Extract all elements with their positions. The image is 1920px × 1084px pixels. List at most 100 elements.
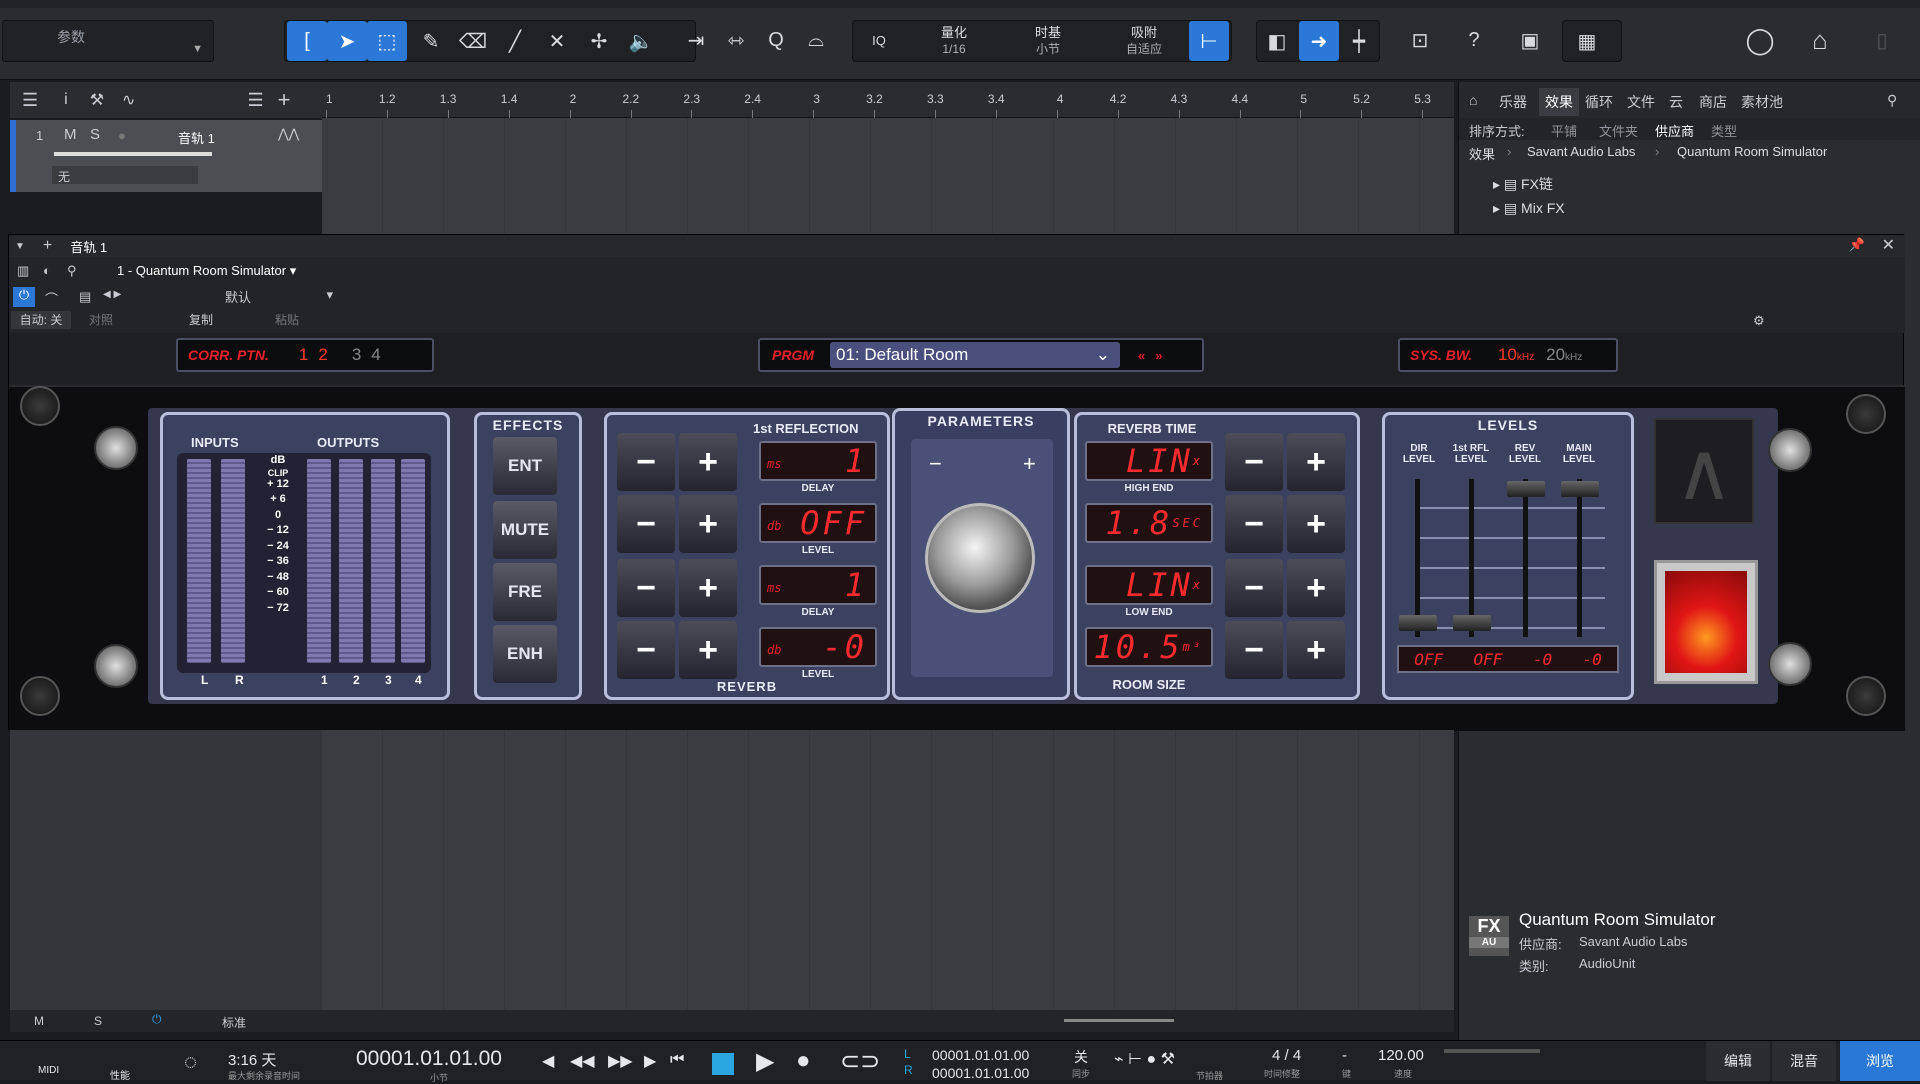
timebase-select[interactable]: 时基 小节 xyxy=(1003,24,1093,58)
program-select[interactable]: 01: Default Room ⌄ xyxy=(830,342,1120,368)
refl-level-plus-button[interactable]: + xyxy=(679,495,737,553)
tempo-value[interactable]: 120.00 xyxy=(1378,1047,1424,1064)
master-solo[interactable]: S xyxy=(94,1014,102,1028)
mute-effect-button[interactable]: MUTE xyxy=(493,501,557,559)
key-value[interactable]: - xyxy=(1342,1047,1347,1064)
play-button[interactable]: ▶ xyxy=(756,1047,774,1076)
corr-opt-1[interactable]: 1 xyxy=(299,345,308,365)
list-icon[interactable]: ☰ xyxy=(247,90,263,111)
waveform-icon[interactable]: ⋀⋀ xyxy=(278,126,299,142)
rewind-icon[interactable]: ◀◀ xyxy=(570,1051,595,1071)
home-icon[interactable]: ⌂ xyxy=(1800,20,1840,60)
rev-level-minus-button[interactable]: − xyxy=(617,621,675,679)
page-icon[interactable]: ▯ xyxy=(1862,20,1902,60)
cursor-follow-icon[interactable]: ┿ xyxy=(1339,21,1379,61)
iq-button[interactable]: IQ xyxy=(859,32,899,49)
tab-effects[interactable]: 效果 xyxy=(1539,88,1579,116)
target-icon[interactable]: ⊡ xyxy=(1400,20,1440,60)
master-mute[interactable]: M xyxy=(34,1014,44,1028)
tab-instruments[interactable]: 乐器 xyxy=(1499,92,1527,112)
autoscroll-icon[interactable]: ➜ xyxy=(1299,21,1339,61)
prev-program-icon[interactable]: « xyxy=(1138,348,1145,363)
rt-minus-button[interactable]: − xyxy=(1225,495,1283,553)
menu-icon[interactable]: ☰ xyxy=(22,90,38,111)
eraser-icon[interactable]: ⌫ xyxy=(453,21,493,61)
volume-slider[interactable] xyxy=(54,152,212,156)
sort-vendor[interactable]: 供应商 xyxy=(1655,121,1694,140)
wrench-icon[interactable]: ⚒ xyxy=(90,90,104,110)
automation-icon[interactable]: ∿ xyxy=(122,90,135,110)
punch-icon[interactable]: ⌁ ⊢ ● ⚒ xyxy=(1114,1049,1175,1069)
transform-icon[interactable]: ⌓ xyxy=(796,20,836,60)
snap-select[interactable]: 吸附 自适应 xyxy=(1099,24,1189,58)
stop-button[interactable] xyxy=(712,1053,734,1075)
pin-icon[interactable]: 📌 xyxy=(1849,237,1865,253)
record-button[interactable]: ● xyxy=(796,1047,811,1075)
forward-icon[interactable]: ▶▶ xyxy=(608,1051,633,1071)
mute-button[interactable]: M xyxy=(64,126,77,143)
power-icon[interactable]: ⏻ xyxy=(152,1012,162,1027)
power-circle-icon[interactable]: ◐ xyxy=(43,263,51,278)
instance-select[interactable]: 1 - Quantum Room Simulator ▾ xyxy=(113,259,337,283)
tab-shop[interactable]: 商店 xyxy=(1699,92,1727,112)
timeline-ruler[interactable]: 1 1.2 1.3 1.4 2 2.2 2.3 2.4 3 3.2 3.3 3.4 4 4.2 4.3 4.4… xyxy=(322,82,1454,118)
gear-icon[interactable]: ⚙ xyxy=(1753,313,1765,329)
stretch-icon[interactable]: ⇿ xyxy=(716,20,756,60)
prev-next-icon[interactable]: ◀ ▶ xyxy=(103,289,121,300)
grid-menu-button[interactable]: ▦ xyxy=(1562,20,1622,62)
home-icon[interactable]: ⌂ xyxy=(1469,92,1477,108)
refl-level-minus-button[interactable]: − xyxy=(617,495,675,553)
compare-icon[interactable]: ⌒ xyxy=(45,289,58,308)
select-tool-icon[interactable]: ⬚ xyxy=(367,21,407,61)
rev-delay-plus-button[interactable]: + xyxy=(679,559,737,617)
add-track-icon[interactable]: + xyxy=(278,87,291,113)
zoom-slider[interactable] xyxy=(1064,1019,1174,1022)
room-minus-button[interactable]: − xyxy=(1225,621,1283,679)
split-tool-icon[interactable]: ✢ xyxy=(579,21,619,61)
tab-pool[interactable]: 素材池 xyxy=(1741,92,1783,112)
room-plus-button[interactable]: + xyxy=(1287,621,1345,679)
bw-10-option[interactable]: 10kHz xyxy=(1498,345,1534,365)
input-select[interactable]: 无 xyxy=(52,166,198,184)
video-icon[interactable]: ▣ xyxy=(1510,20,1550,60)
list-item[interactable]: ▸ ▤ Mix FX xyxy=(1493,200,1565,217)
crumb-effects[interactable]: 效果 xyxy=(1469,144,1495,163)
corr-ptn-display[interactable]: CORR. PTN. 1 2 3 4 xyxy=(176,338,434,372)
next-marker-icon[interactable]: ▶ xyxy=(644,1051,656,1071)
bw-20-option[interactable]: 20kHz xyxy=(1546,345,1582,365)
arrow-tool-icon[interactable]: ➤ xyxy=(327,21,367,61)
auto-button[interactable]: 自动: 关 xyxy=(11,311,71,329)
browse-tab[interactable]: 浏览 xyxy=(1840,1041,1920,1081)
snap-toggle-icon[interactable]: ⊢ xyxy=(1189,21,1229,61)
rack-icon[interactable]: ▥ xyxy=(17,263,29,279)
help-button[interactable]: ? xyxy=(1454,20,1494,60)
tab-cloud[interactable]: 云 xyxy=(1669,92,1683,112)
high-end-plus-button[interactable]: + xyxy=(1287,433,1345,491)
high-end-minus-button[interactable]: − xyxy=(1225,433,1283,491)
add-icon[interactable]: + xyxy=(43,237,52,255)
crumb-plugin[interactable]: Quantum Room Simulator xyxy=(1677,144,1827,159)
mute-tool-icon[interactable]: ✕ xyxy=(537,21,577,61)
next-program-icon[interactable]: » xyxy=(1155,348,1162,363)
save-icon[interactable]: ▤ xyxy=(79,289,91,305)
main-level-fader[interactable] xyxy=(1561,481,1599,497)
sort-type[interactable]: 类型 xyxy=(1711,121,1737,140)
collapse-icon[interactable]: ▼ xyxy=(15,241,25,252)
time-signature[interactable]: 4 / 4 xyxy=(1272,1047,1301,1064)
power-icon[interactable]: ⏻ xyxy=(13,287,35,307)
follow-icon[interactable]: ◧ xyxy=(1257,21,1297,61)
position-display[interactable]: 00001.01.01.00 xyxy=(356,1047,502,1071)
close-icon[interactable]: ✕ xyxy=(1882,235,1895,255)
low-end-plus-button[interactable]: + xyxy=(1287,559,1345,617)
listen-tool-icon[interactable]: 🔈 xyxy=(621,21,661,61)
return-zero-icon[interactable]: ⏮ xyxy=(670,1051,684,1069)
user-icon[interactable]: ◯ xyxy=(1740,20,1780,60)
corr-opt-3[interactable]: 3 xyxy=(352,345,361,365)
corr-opt-4[interactable]: 4 xyxy=(371,345,380,365)
track-row[interactable]: 1 M S ● 音轨 1 ⋀⋀ 无 xyxy=(10,120,322,192)
rt-plus-button[interactable]: + xyxy=(1287,495,1345,553)
ent-button[interactable]: ENT xyxy=(493,437,557,495)
sync-value[interactable]: 关 xyxy=(1074,1047,1088,1067)
track-name[interactable]: 音轨 1 xyxy=(178,128,215,147)
parameter-knob[interactable] xyxy=(925,503,1035,613)
